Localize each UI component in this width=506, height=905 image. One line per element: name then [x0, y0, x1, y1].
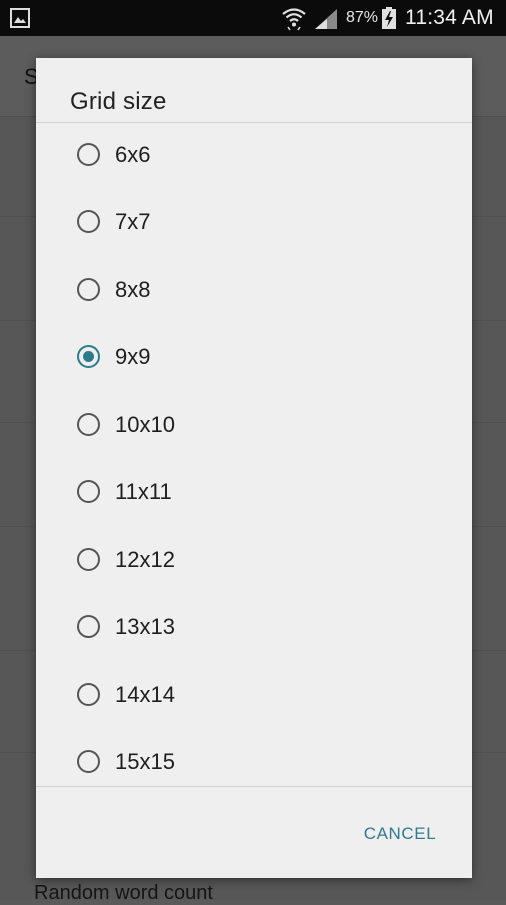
cancel-button[interactable]: CANCEL [352, 814, 448, 854]
radio-button[interactable] [77, 480, 100, 503]
radio-button[interactable] [77, 750, 100, 773]
radio-button[interactable] [77, 683, 100, 706]
option-label: 10x10 [115, 412, 175, 437]
option-8x8[interactable]: 8x8 [36, 257, 472, 324]
radio-button[interactable] [77, 548, 100, 571]
gallery-icon [10, 8, 30, 28]
option-10x10[interactable]: 10x10 [36, 392, 472, 459]
option-label: 9x9 [115, 344, 151, 369]
option-7x7[interactable]: 7x7 [36, 189, 472, 256]
radio-button[interactable] [77, 143, 100, 166]
dialog-title: Grid size [70, 88, 167, 115]
option-label: 7x7 [115, 209, 151, 234]
radio-button[interactable] [77, 210, 100, 233]
option-9x9[interactable]: 9x9 [36, 324, 472, 391]
battery-percentage: 87% [346, 9, 379, 26]
radio-button-checked[interactable] [77, 345, 100, 368]
option-label: 8x8 [115, 277, 151, 302]
grid-size-dialog: Grid size 6x6 7x7 8x8 9x9 10x10 11x11 12… [36, 58, 472, 878]
radio-button[interactable] [77, 615, 100, 638]
status-bar: 87% 11:34 AM [0, 0, 506, 36]
option-14x14[interactable]: 14x14 [36, 662, 472, 729]
option-label: 12x12 [115, 547, 175, 572]
random-word-count-setting: Random word count [34, 882, 213, 904]
option-label: 6x6 [115, 142, 151, 167]
clock: 11:34 AM [405, 6, 494, 29]
option-6x6[interactable]: 6x6 [36, 122, 472, 189]
option-12x12[interactable]: 12x12 [36, 527, 472, 594]
radio-button[interactable] [77, 278, 100, 301]
option-11x11[interactable]: 11x11 [36, 459, 472, 526]
option-label: 13x13 [115, 614, 175, 639]
option-label: 11x11 [115, 479, 172, 504]
radio-button[interactable] [77, 413, 100, 436]
battery-charging-icon [382, 7, 396, 29]
signal-icon [315, 9, 337, 29]
divider [36, 786, 472, 787]
option-label: 14x14 [115, 682, 175, 707]
option-15x15[interactable]: 15x15 [36, 729, 472, 786]
wifi-icon [282, 8, 306, 31]
option-13x13[interactable]: 13x13 [36, 594, 472, 661]
grid-size-options[interactable]: 6x6 7x7 8x8 9x9 10x10 11x11 12x12 13x13 [36, 122, 472, 786]
option-label: 15x15 [115, 749, 175, 774]
